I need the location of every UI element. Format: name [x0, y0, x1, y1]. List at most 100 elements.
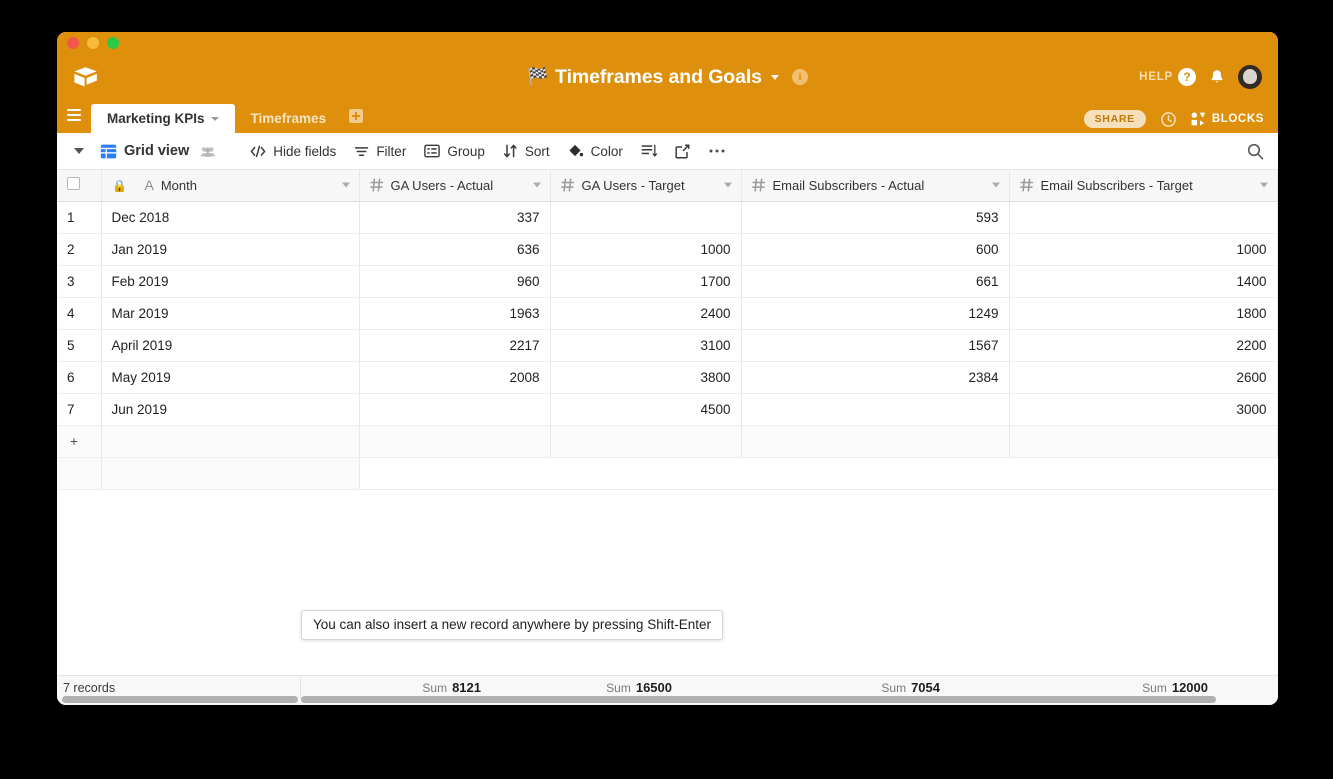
- column-header-ga-users-actual[interactable]: GA Users - Actual: [359, 170, 551, 202]
- filter-button[interactable]: Filter: [345, 140, 415, 163]
- chevron-down-icon[interactable]: [991, 182, 1000, 188]
- more-options-button[interactable]: [699, 144, 735, 158]
- table-row[interactable]: 1 Dec 2018 337 593: [57, 201, 1278, 234]
- horizontal-scrollbar[interactable]: [57, 696, 1278, 703]
- cell-ga-actual[interactable]: 636: [359, 233, 551, 266]
- blocks-button[interactable]: BLOCKS: [1191, 112, 1264, 126]
- minimize-window-button[interactable]: [87, 37, 99, 49]
- cell-ga-actual[interactable]: 960: [359, 265, 551, 298]
- column-header-email-subscribers-actual[interactable]: Email Subscribers - Actual: [741, 170, 1010, 202]
- color-button[interactable]: Color: [559, 140, 632, 163]
- cell-email-actual[interactable]: 593: [741, 201, 1010, 234]
- info-icon[interactable]: i: [791, 69, 808, 85]
- scrollbar-thumb-frozen[interactable]: [62, 696, 298, 703]
- maximize-window-button[interactable]: [107, 37, 119, 49]
- empty-right: [741, 457, 1009, 490]
- history-clock-icon[interactable]: [1160, 111, 1177, 128]
- cell-ga-target[interactable]: 3800: [550, 361, 742, 394]
- help-button[interactable]: HELP ?: [1139, 68, 1196, 86]
- table-row[interactable]: 6 May 2019 2008 3800 2384 2600: [57, 361, 1278, 394]
- cell-ga-target[interactable]: 1700: [550, 265, 742, 298]
- hamburger-menu-icon[interactable]: [57, 104, 91, 133]
- cell-email-target[interactable]: 1400: [1009, 265, 1278, 298]
- tab-timeframes[interactable]: Timeframes: [235, 104, 343, 133]
- cell-spacer: [1277, 361, 1278, 394]
- group-button[interactable]: Group: [415, 140, 494, 163]
- cell-email-actual[interactable]: 2384: [741, 361, 1010, 394]
- grid-area: 🔒 A Month GA Users - Actual GA Users - T…: [57, 170, 1278, 689]
- hide-fields-button[interactable]: Hide fields: [241, 140, 345, 163]
- cell-email-target[interactable]: 2200: [1009, 329, 1278, 362]
- cell-month[interactable]: Mar 2019: [101, 297, 360, 330]
- cell-ga-target[interactable]: 1000: [550, 233, 742, 266]
- column-header-ga-users-target[interactable]: GA Users - Target: [550, 170, 742, 202]
- chevron-down-icon[interactable]: [210, 116, 219, 121]
- row-height-button[interactable]: [632, 140, 666, 162]
- tab-marketing-kpis[interactable]: Marketing KPIs: [91, 104, 235, 133]
- cell-email-target[interactable]: 3000: [1009, 393, 1278, 426]
- cell-ga-actual[interactable]: 1963: [359, 297, 551, 330]
- close-window-button[interactable]: [67, 37, 79, 49]
- cell-month[interactable]: Dec 2018: [101, 201, 360, 234]
- help-question-icon: ?: [1178, 68, 1196, 86]
- cell-email-actual[interactable]: 1249: [741, 297, 1010, 330]
- row-number: 7: [57, 393, 102, 426]
- cell-month[interactable]: April 2019: [101, 329, 360, 362]
- table-row[interactable]: 3 Feb 2019 960 1700 661 1400: [57, 265, 1278, 298]
- table-row[interactable]: 7 Jun 2019 4500 3000: [57, 393, 1278, 426]
- cell-ga-actual[interactable]: 2008: [359, 361, 551, 394]
- sort-button[interactable]: Sort: [494, 140, 559, 163]
- cell-email-target[interactable]: 1000: [1009, 233, 1278, 266]
- search-button[interactable]: [1247, 143, 1264, 160]
- table-row[interactable]: 5 April 2019 2217 3100 1567 2200: [57, 329, 1278, 362]
- cell-ga-target[interactable]: 3100: [550, 329, 742, 362]
- cell-email-target[interactable]: 2600: [1009, 361, 1278, 394]
- scrollbar-thumb[interactable]: [301, 696, 1216, 703]
- column-name: Month: [160, 177, 197, 193]
- cell-ga-actual[interactable]: 2217: [359, 329, 551, 362]
- cell-email-target[interactable]: 1800: [1009, 297, 1278, 330]
- cell-email-actual[interactable]: 661: [741, 265, 1010, 298]
- cell-ga-target[interactable]: 4500: [550, 393, 742, 426]
- table-row[interactable]: 2 Jan 2019 636 1000 600 1000: [57, 233, 1278, 266]
- column-header-email-subscribers-target[interactable]: Email Subscribers - Target: [1009, 170, 1278, 202]
- cell-month[interactable]: Feb 2019: [101, 265, 360, 298]
- bell-icon[interactable]: [1209, 69, 1225, 86]
- cell-month[interactable]: Jun 2019: [101, 393, 360, 426]
- chevron-down-icon[interactable]: [1259, 182, 1268, 188]
- select-all-checkbox[interactable]: [57, 170, 102, 202]
- traffic-lights: [67, 37, 119, 49]
- cell-ga-actual[interactable]: 337: [359, 201, 551, 234]
- add-record-button[interactable]: +: [57, 425, 102, 458]
- collaborators-icon[interactable]: [200, 146, 216, 157]
- chevron-down-icon[interactable]: [532, 182, 541, 188]
- chevron-down-icon[interactable]: [723, 182, 732, 188]
- cell-email-actual[interactable]: 1567: [741, 329, 1010, 362]
- cell-month[interactable]: Jan 2019: [101, 233, 360, 266]
- add-record-row[interactable]: +: [57, 425, 1278, 458]
- chevron-down-icon[interactable]: [770, 74, 779, 80]
- base-title[interactable]: Timeframes and Goals: [555, 66, 762, 89]
- add-table-button[interactable]: [342, 104, 370, 133]
- cell-email-actual[interactable]: 600: [741, 233, 1010, 266]
- cell-spacer: [1277, 297, 1278, 330]
- avatar[interactable]: [1238, 65, 1262, 89]
- column-header-month[interactable]: 🔒 A Month: [101, 170, 360, 202]
- view-sidebar-toggle[interactable]: [67, 148, 91, 154]
- tab-label: Marketing KPIs: [107, 111, 205, 126]
- cell-month[interactable]: May 2019: [101, 361, 360, 394]
- cell-spacer: [1277, 233, 1278, 266]
- add-field-button[interactable]: +: [1277, 170, 1278, 202]
- cell-email-target[interactable]: [1009, 201, 1278, 234]
- chevron-down-icon[interactable]: [341, 182, 350, 188]
- current-view-button[interactable]: Grid view: [91, 139, 225, 164]
- empty-right: [550, 457, 741, 490]
- table-row[interactable]: 4 Mar 2019 1963 2400 1249 1800: [57, 297, 1278, 330]
- cell-ga-target[interactable]: 2400: [550, 297, 742, 330]
- summary-label: Sum: [606, 680, 631, 695]
- share-button[interactable]: SHARE: [1083, 110, 1146, 128]
- cell-ga-target[interactable]: [550, 201, 742, 234]
- share-view-button[interactable]: [666, 140, 699, 163]
- cell-ga-actual[interactable]: [359, 393, 551, 426]
- cell-email-actual[interactable]: [741, 393, 1010, 426]
